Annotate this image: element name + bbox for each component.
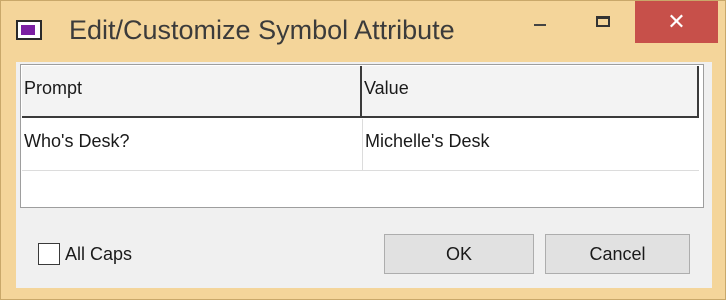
title-bar[interactable]: Edit/Customize Symbol Attribute ✕ — [1, 1, 725, 63]
column-header-value[interactable]: Value — [362, 66, 699, 118]
cancel-button[interactable]: Cancel — [545, 234, 690, 274]
minimize-button[interactable] — [516, 1, 564, 41]
close-icon: ✕ — [667, 9, 686, 34]
attribute-grid[interactable]: Prompt Value Who's Desk? Michelle's Desk — [20, 64, 704, 208]
dialog-window: Edit/Customize Symbol Attribute ✕ Prompt… — [0, 0, 726, 300]
app-window-icon[interactable] — [16, 20, 42, 40]
minimize-icon — [534, 24, 546, 26]
all-caps-checkbox[interactable] — [38, 243, 60, 265]
maximize-button[interactable] — [579, 1, 627, 41]
close-button[interactable]: ✕ — [635, 1, 718, 43]
all-caps-option[interactable]: All Caps — [38, 243, 132, 265]
prompt-cell[interactable]: Who's Desk? — [22, 119, 363, 171]
maximize-icon — [596, 15, 610, 27]
all-caps-label[interactable]: All Caps — [65, 244, 132, 265]
window-title: Edit/Customize Symbol Attribute — [69, 15, 455, 45]
ok-button[interactable]: OK — [384, 234, 534, 274]
dialog-client-area: Prompt Value Who's Desk? Michelle's Desk… — [16, 62, 712, 288]
value-cell[interactable]: Michelle's Desk — [363, 119, 699, 171]
column-header-prompt[interactable]: Prompt — [22, 66, 362, 118]
